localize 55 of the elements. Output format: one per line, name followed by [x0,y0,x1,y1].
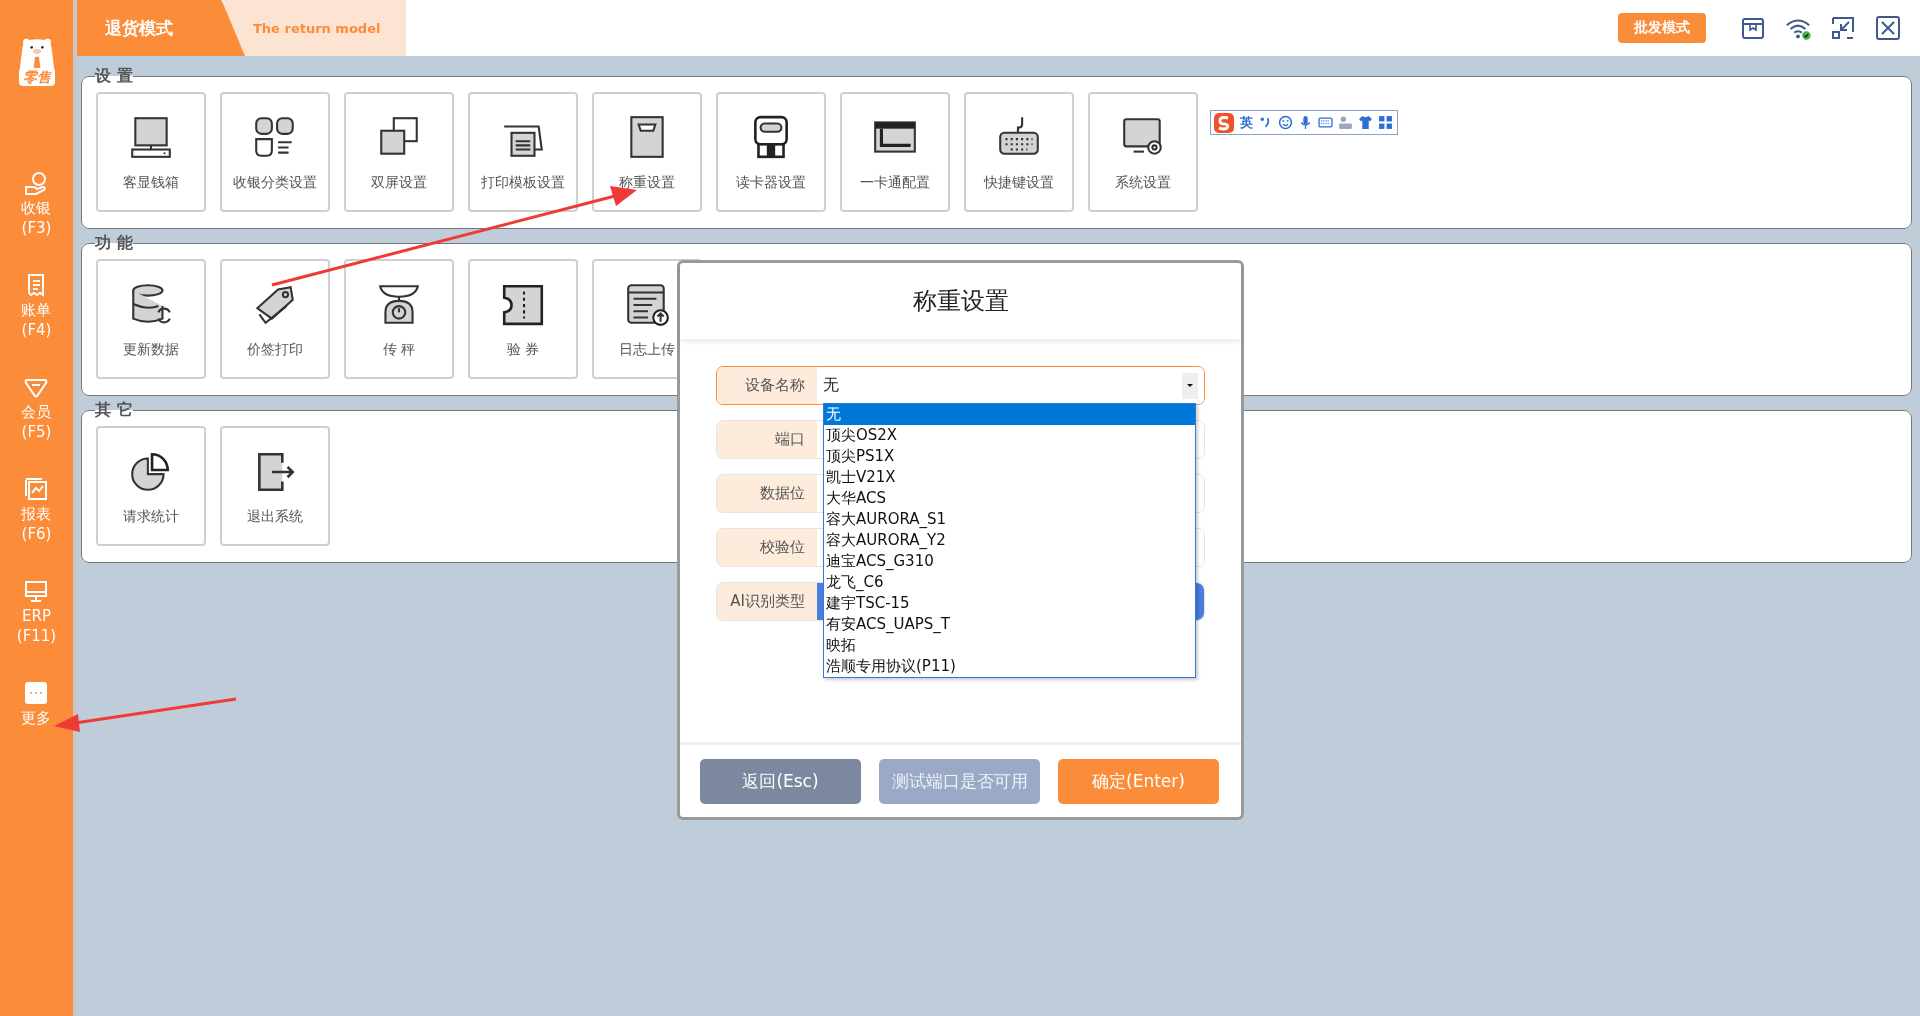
dropdown-option[interactable]: 迪宝ACS_G310 [824,551,1195,572]
settings-tile[interactable]: 收银分类设置 [220,92,330,212]
monitor-icon [23,578,50,604]
field-label: AI识别类型 [717,583,817,620]
microphone-icon[interactable] [1298,115,1313,130]
logo-text: 零售 [18,68,55,86]
select-value: 无 [823,375,840,396]
dropdown-option[interactable]: 映拓 [824,635,1195,656]
dialog-title: 称重设置 [912,286,1009,317]
section-title: 其 它 [95,400,133,420]
shirt-icon[interactable] [1358,115,1373,130]
settings-tile[interactable]: 客显钱箱 [96,92,206,212]
dropdown-option[interactable]: 建宇TSC-15 [824,593,1195,614]
settings-tile[interactable]: 读卡器设置 [716,92,826,212]
settings-tile[interactable]: 一卡通配置 [840,92,950,212]
ime-logo-icon[interactable] [1213,111,1235,134]
dialog-button[interactable]: 返回(Esc) [700,758,861,804]
mode-subtitle: The return model [223,0,407,56]
dropdown-option[interactable]: 有安ACS_UAPS_T [824,614,1195,635]
dropdown-option[interactable]: 大华ACS [824,488,1195,509]
smiley-icon[interactable] [1278,115,1293,130]
dropdown-option[interactable]: 无 [824,404,1195,425]
settings-tile[interactable]: 价签打印 [220,259,330,379]
settings-tile[interactable]: 验 券 [468,259,578,379]
dropdown-option[interactable]: 浩顺专用协议(P11) [824,656,1195,677]
settings-tile[interactable]: 更新数据 [96,259,206,379]
field-label: 端口 [717,421,817,458]
settings-tile[interactable]: 打印模板设置 [468,92,578,212]
dropdown-option[interactable]: 容大AURORA_Y2 [824,530,1195,551]
settings-tile[interactable]: 退出系统 [220,426,330,546]
field-label: 校验位 [717,529,817,566]
grid-icon[interactable] [1378,115,1393,130]
settings-tile[interactable]: 系统设置 [1088,92,1198,212]
field-label: 数据位 [717,475,817,512]
dropdown-option[interactable]: 容大AURORA_S1 [824,509,1195,530]
ime-mode-toggle[interactable]: 英 [1240,113,1253,132]
settings-tile[interactable]: 传 秤 [344,259,454,379]
minimize-icon[interactable] [1829,15,1857,41]
box-icon[interactable] [1739,15,1767,41]
caret-icon[interactable] [1182,372,1198,399]
settings-tile[interactable]: 双屏设置 [344,92,454,212]
dropdown-option[interactable]: 顶尖OS2X [824,425,1195,446]
dropdown-option[interactable]: 龙飞_C6 [824,572,1195,593]
field-label: 设备名称 [717,367,817,404]
close-icon[interactable] [1874,15,1902,41]
section-title: 设 置 [95,66,133,86]
dropdown-option[interactable]: 凯士V21X [824,467,1195,488]
settings-tile[interactable]: 快捷键设置 [964,92,1074,212]
keyboard-icon[interactable] [1318,115,1333,130]
settings-tile[interactable]: 称重设置 [592,92,702,212]
chart-icon [23,476,50,502]
more-icon [23,680,50,706]
settings-tile[interactable]: 请求统计 [96,426,206,546]
dropdown-option[interactable]: 顶尖PS1X [824,446,1195,467]
section-title: 功 能 [95,233,133,253]
